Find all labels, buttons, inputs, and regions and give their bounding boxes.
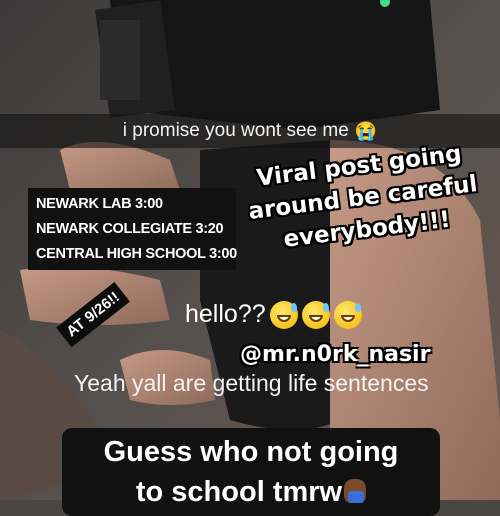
life-sentences-text: Yeah yall are getting life sentences (74, 370, 429, 396)
hello-line: hello?? (185, 300, 362, 329)
guess-line: Guess who not going (103, 436, 399, 468)
username-tag: @mr.n0rk_nasir (240, 342, 431, 367)
school-schedule-label: NEWARK LAB 3:00 NEWARK COLLEGIATE 3:20 C… (28, 188, 237, 270)
grinning-face-with-sweat-icon (269, 300, 298, 329)
loudly-crying-face-icon: 😭 (354, 120, 378, 141)
guess-caption-box: Guess who not going to school tmrw (62, 428, 440, 516)
schedule-line: NEWARK LAB 3:00 (36, 196, 163, 213)
grinning-face-with-sweat-icon (301, 300, 330, 329)
guess-line: to school tmrw (135, 476, 343, 508)
grinning-face-with-sweat-icon (333, 300, 362, 329)
guess-line-2: to school tmrw (68, 472, 434, 512)
hello-text: hello?? (185, 300, 266, 328)
person-facepalming-icon (344, 479, 367, 503)
schedule-line: NEWARK COLLEGIATE 3:20 (36, 220, 224, 237)
schedule-line: CENTRAL HIGH SCHOOL 3:00 (36, 245, 237, 262)
caption-text: i promise you wont see me (122, 120, 349, 141)
